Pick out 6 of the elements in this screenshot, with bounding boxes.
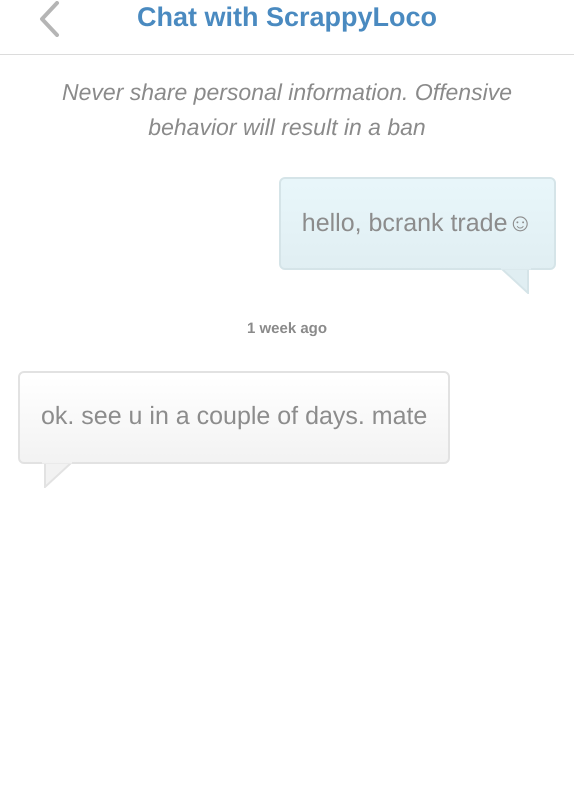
message-text: ok. see u in a couple of days. mate xyxy=(41,401,428,432)
warning-notice: Never share personal information. Offensive behavior will result in a ban xyxy=(61,78,513,142)
back-chevron-icon xyxy=(38,1,60,37)
message-time: 1 week ago xyxy=(246,319,328,339)
message-text: hello, bcrank trade☺ xyxy=(302,208,533,239)
chat-title: Chat with ScrappyLoco xyxy=(136,1,438,34)
